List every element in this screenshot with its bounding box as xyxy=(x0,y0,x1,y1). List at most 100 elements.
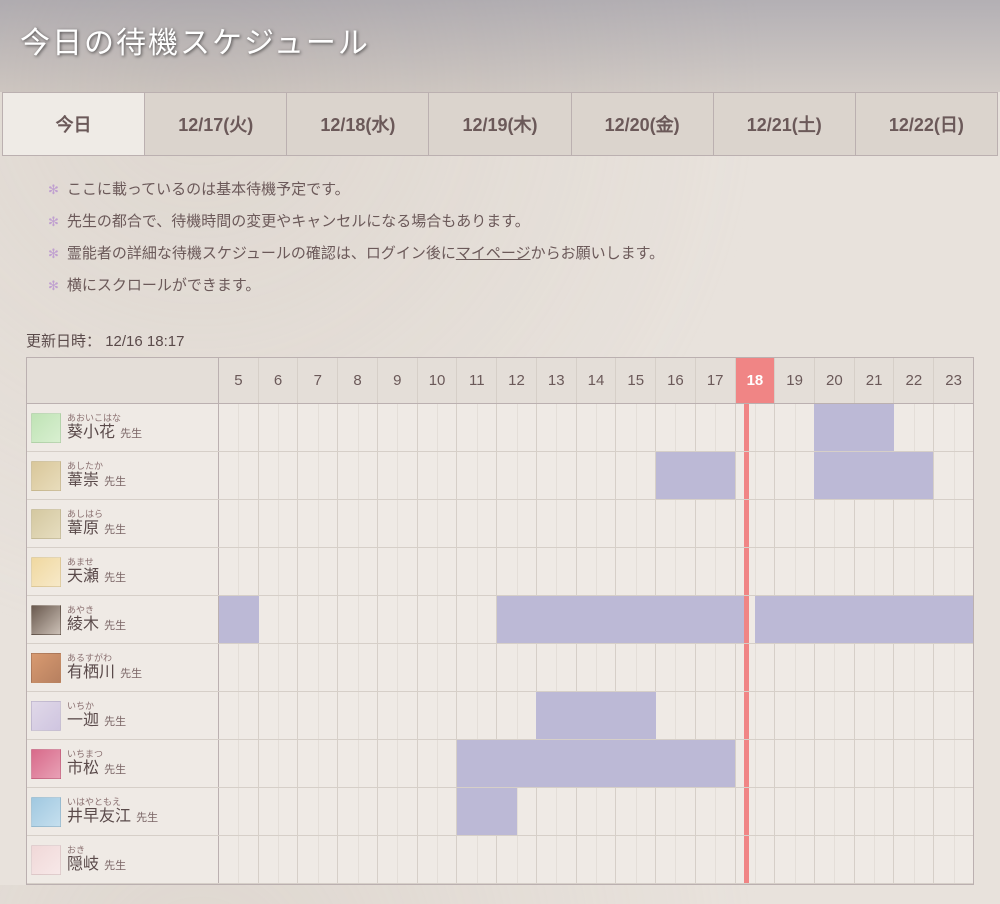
teacher-name: 葵小花 xyxy=(67,424,115,441)
booked-slot xyxy=(536,692,655,739)
teacher-cell[interactable]: あしたか葦崇 先生 xyxy=(27,452,219,499)
teacher-suffix: 先生 xyxy=(101,524,126,536)
hour-header-6: 6 xyxy=(259,358,299,403)
teacher-name: 天瀬 xyxy=(67,568,99,585)
teacher-cell[interactable]: あませ天瀬 先生 xyxy=(27,548,219,595)
note-text: 横にスクロールができます。 xyxy=(67,274,261,295)
teacher-name: 井早友江 xyxy=(67,808,131,825)
tab-0[interactable]: 今日 xyxy=(3,93,145,155)
note-line-0: ✻ ここに載っているのは基本待機予定です。 xyxy=(48,178,952,199)
schedule-row: あしたか葦崇 先生 xyxy=(27,452,973,500)
bullet-icon: ✻ xyxy=(48,182,59,198)
tab-3[interactable]: 12/19(木) xyxy=(429,93,571,155)
update-label: 更新日時： xyxy=(26,333,101,350)
update-value: 12/16 18:17 xyxy=(105,333,184,350)
booked-slot xyxy=(219,596,259,643)
booked-slot xyxy=(755,596,973,643)
mypage-link[interactable]: マイページ xyxy=(456,245,531,262)
page-title: 今日の待機スケジュール xyxy=(20,18,980,62)
avatar xyxy=(31,797,61,827)
name-col-header xyxy=(27,358,219,403)
schedule-header: 567891011121314151617181920212223 xyxy=(27,358,973,404)
avatar xyxy=(31,509,61,539)
avatar xyxy=(31,413,61,443)
tab-1[interactable]: 12/17(火) xyxy=(145,93,287,155)
schedule-row: あおいこはな葵小花 先生 xyxy=(27,404,973,452)
teacher-cell[interactable]: あおいこはな葵小花 先生 xyxy=(27,404,219,451)
bullet-icon: ✻ xyxy=(48,246,59,262)
booked-slot xyxy=(814,452,933,499)
note-line-3: ✻ 横にスクロールができます。 xyxy=(48,274,952,295)
bullet-icon: ✻ xyxy=(48,214,59,230)
teacher-suffix: 先生 xyxy=(101,764,126,776)
hour-header-12: 12 xyxy=(497,358,537,403)
schedule-row: いはやともえ井早友江 先生 xyxy=(27,788,973,836)
current-time-marker xyxy=(744,404,749,451)
booked-slot xyxy=(457,788,517,835)
schedule-row: いちか一迦 先生 xyxy=(27,692,973,740)
teacher-cell[interactable]: いちか一迦 先生 xyxy=(27,692,219,739)
schedule-row: あやき綾木 先生 xyxy=(27,596,973,644)
current-time-marker xyxy=(744,692,749,739)
booked-slot xyxy=(656,452,735,499)
teacher-cell[interactable]: いちまつ市松 先生 xyxy=(27,740,219,787)
tab-6[interactable]: 12/22(日) xyxy=(856,93,997,155)
hour-header-15: 15 xyxy=(616,358,656,403)
teacher-suffix: 先生 xyxy=(101,620,126,632)
current-time-marker xyxy=(744,788,749,835)
avatar xyxy=(31,653,61,683)
current-time-marker xyxy=(744,500,749,547)
teacher-name: 有栖川 xyxy=(67,664,115,681)
update-time: 更新日時： 12/16 18:17 xyxy=(26,330,1000,351)
teacher-suffix: 先生 xyxy=(101,572,126,584)
hour-header-11: 11 xyxy=(457,358,497,403)
teacher-cell[interactable]: あやき綾木 先生 xyxy=(27,596,219,643)
current-time-marker xyxy=(744,452,749,499)
tab-2[interactable]: 12/18(水) xyxy=(287,93,429,155)
hour-header-13: 13 xyxy=(537,358,577,403)
teacher-cell[interactable]: いはやともえ井早友江 先生 xyxy=(27,788,219,835)
date-tabs: 今日12/17(火)12/18(水)12/19(木)12/20(金)12/21(… xyxy=(2,92,998,156)
hour-header-21: 21 xyxy=(855,358,895,403)
note-text: 霊能者の詳細な待機スケジュールの確認は、ログイン後にマイページからお願いします。 xyxy=(67,242,664,263)
teacher-suffix: 先生 xyxy=(101,860,126,872)
teacher-name: 一迦 xyxy=(67,712,99,729)
note-text: ここに載っているのは基本待機予定です。 xyxy=(67,178,350,199)
avatar xyxy=(31,845,61,875)
header: 今日の待機スケジュール xyxy=(0,0,1000,92)
hour-header-5: 5 xyxy=(219,358,259,403)
teacher-ruby: あやき xyxy=(67,606,126,616)
schedule-row: おき隠岐 先生 xyxy=(27,836,973,884)
teacher-suffix: 先生 xyxy=(117,668,142,680)
teacher-name: 綾木 xyxy=(67,616,99,633)
hour-header-16: 16 xyxy=(656,358,696,403)
teacher-cell[interactable]: おき隠岐 先生 xyxy=(27,836,219,883)
teacher-ruby: あおいこはな xyxy=(67,414,142,424)
hour-header-22: 22 xyxy=(894,358,934,403)
teacher-suffix: 先生 xyxy=(101,476,126,488)
teacher-cell[interactable]: あしはら葦原 先生 xyxy=(27,500,219,547)
schedule-table[interactable]: 567891011121314151617181920212223あおいこはな葵… xyxy=(26,357,974,885)
hour-header-17: 17 xyxy=(696,358,736,403)
note-line-2: ✻ 霊能者の詳細な待機スケジュールの確認は、ログイン後にマイページからお願いします… xyxy=(48,242,952,263)
current-time-marker xyxy=(744,740,749,787)
tab-5[interactable]: 12/21(土) xyxy=(714,93,856,155)
teacher-ruby: いちまつ xyxy=(67,750,126,760)
teacher-ruby: おき xyxy=(67,846,126,856)
teacher-ruby: あしたか xyxy=(67,462,126,472)
avatar xyxy=(31,749,61,779)
hour-header-19: 19 xyxy=(775,358,815,403)
teacher-ruby: あませ xyxy=(67,558,126,568)
teacher-name: 隠岐 xyxy=(67,856,99,873)
current-time-marker xyxy=(744,596,749,643)
hour-header-7: 7 xyxy=(298,358,338,403)
tab-4[interactable]: 12/20(金) xyxy=(572,93,714,155)
teacher-cell[interactable]: あるすがわ有栖川 先生 xyxy=(27,644,219,691)
current-time-marker xyxy=(744,548,749,595)
teacher-suffix: 先生 xyxy=(133,812,158,824)
teacher-ruby: あるすがわ xyxy=(67,654,142,664)
hour-header-18: 18 xyxy=(736,358,776,403)
hour-header-8: 8 xyxy=(338,358,378,403)
bullet-icon: ✻ xyxy=(48,278,59,294)
hour-header-10: 10 xyxy=(418,358,458,403)
